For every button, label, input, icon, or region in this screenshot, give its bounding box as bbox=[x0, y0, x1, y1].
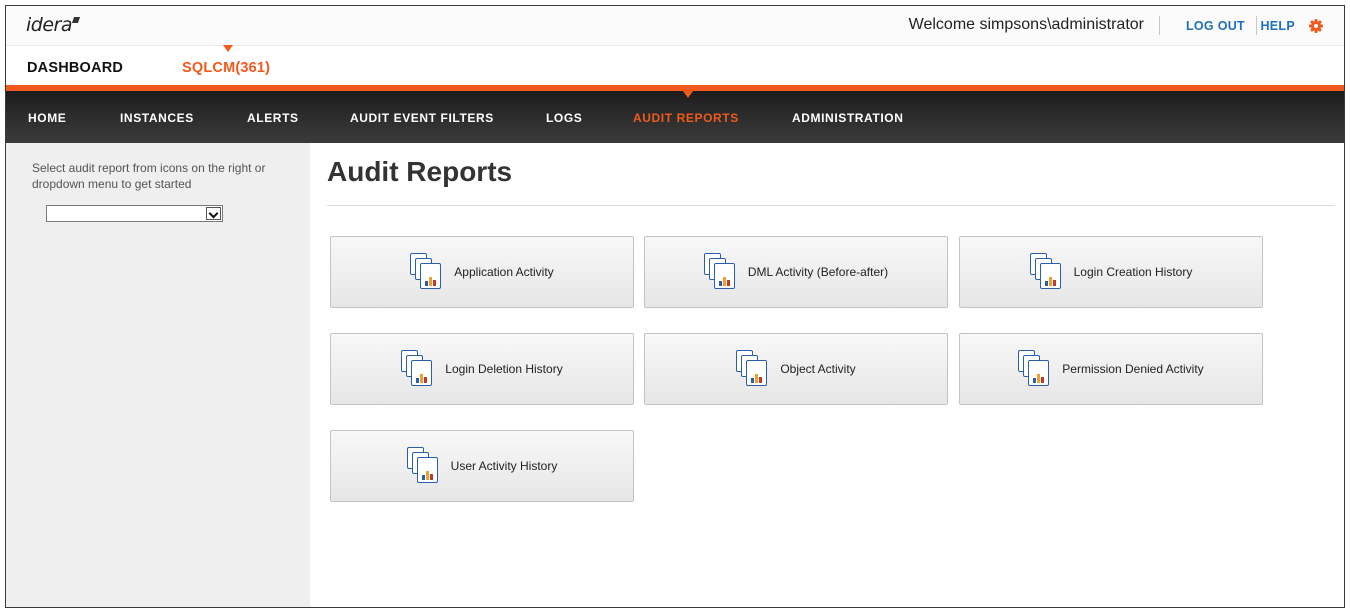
report-icon bbox=[1018, 350, 1056, 388]
sidebar-instruction: Select audit report from icons on the ri… bbox=[32, 161, 266, 191]
nav-instances[interactable]: INSTANCES bbox=[120, 111, 194, 125]
report-dropdown[interactable] bbox=[46, 205, 223, 222]
report-button-object-activity[interactable]: Object Activity bbox=[644, 333, 948, 405]
chevron-down-icon[interactable] bbox=[206, 207, 221, 220]
report-icon bbox=[1029, 253, 1068, 291]
report-button-user-activity-history[interactable]: User Activity History bbox=[330, 430, 634, 502]
report-icon bbox=[410, 253, 448, 291]
top-bar: idera Welcome simpsons\administrator LOG… bbox=[6, 6, 1344, 46]
divider bbox=[1256, 16, 1257, 35]
product-bar: DASHBOARD SQLCM(361) bbox=[6, 46, 1344, 85]
report-button-permission-denied-activity[interactable]: Permission Denied Activity bbox=[959, 333, 1263, 405]
report-icon bbox=[736, 350, 774, 388]
report-button-login-creation-history[interactable]: Login Creation History bbox=[959, 236, 1263, 308]
report-button-dml-activity[interactable]: DML Activity (Before-after) bbox=[644, 236, 948, 308]
gear-icon[interactable] bbox=[1309, 19, 1323, 33]
nav-audit-reports[interactable]: AUDIT REPORTS bbox=[633, 111, 739, 125]
report-label: Application Activity bbox=[454, 265, 554, 279]
active-nav-caret-icon bbox=[683, 91, 693, 98]
divider bbox=[327, 205, 1335, 206]
dashboard-tab[interactable]: DASHBOARD bbox=[27, 60, 123, 76]
report-icon bbox=[406, 447, 445, 485]
idera-logo: idera bbox=[26, 14, 79, 36]
nav-alerts[interactable]: ALERTS bbox=[247, 111, 299, 125]
welcome-message: Welcome simpsons\administrator bbox=[908, 16, 1144, 33]
report-label: Login Deletion History bbox=[445, 362, 563, 376]
divider bbox=[1159, 16, 1160, 35]
help-link[interactable]: HELP bbox=[1260, 19, 1295, 33]
nav-logs[interactable]: LOGS bbox=[546, 111, 582, 125]
report-label: DML Activity (Before-after) bbox=[747, 265, 889, 279]
report-label: Login Creation History bbox=[1073, 265, 1193, 279]
nav-administration[interactable]: ADMINISTRATION bbox=[792, 111, 904, 125]
main-nav: HOME INSTANCES ALERTS AUDIT EVENT FILTER… bbox=[6, 91, 1344, 143]
logout-link[interactable]: LOG OUT bbox=[1186, 19, 1245, 33]
report-button-login-deletion-history[interactable]: Login Deletion History bbox=[330, 333, 634, 405]
report-label: Object Activity bbox=[780, 362, 856, 376]
nav-audit-event-filters[interactable]: AUDIT EVENT FILTERS bbox=[350, 111, 494, 125]
sidebar: Select audit report from icons on the ri… bbox=[6, 143, 310, 607]
nav-home[interactable]: HOME bbox=[28, 111, 66, 125]
report-label: User Activity History bbox=[450, 459, 558, 473]
app-window: idera Welcome simpsons\administrator LOG… bbox=[5, 5, 1345, 608]
report-icon bbox=[703, 253, 742, 291]
report-button-application-activity[interactable]: Application Activity bbox=[330, 236, 634, 308]
page-title: Audit Reports bbox=[327, 156, 513, 187]
sqlcm-tab[interactable]: SQLCM(361) bbox=[182, 60, 270, 76]
active-product-caret-icon bbox=[223, 45, 233, 52]
report-label: Permission Denied Activity bbox=[1062, 362, 1204, 376]
report-icon bbox=[401, 350, 439, 388]
